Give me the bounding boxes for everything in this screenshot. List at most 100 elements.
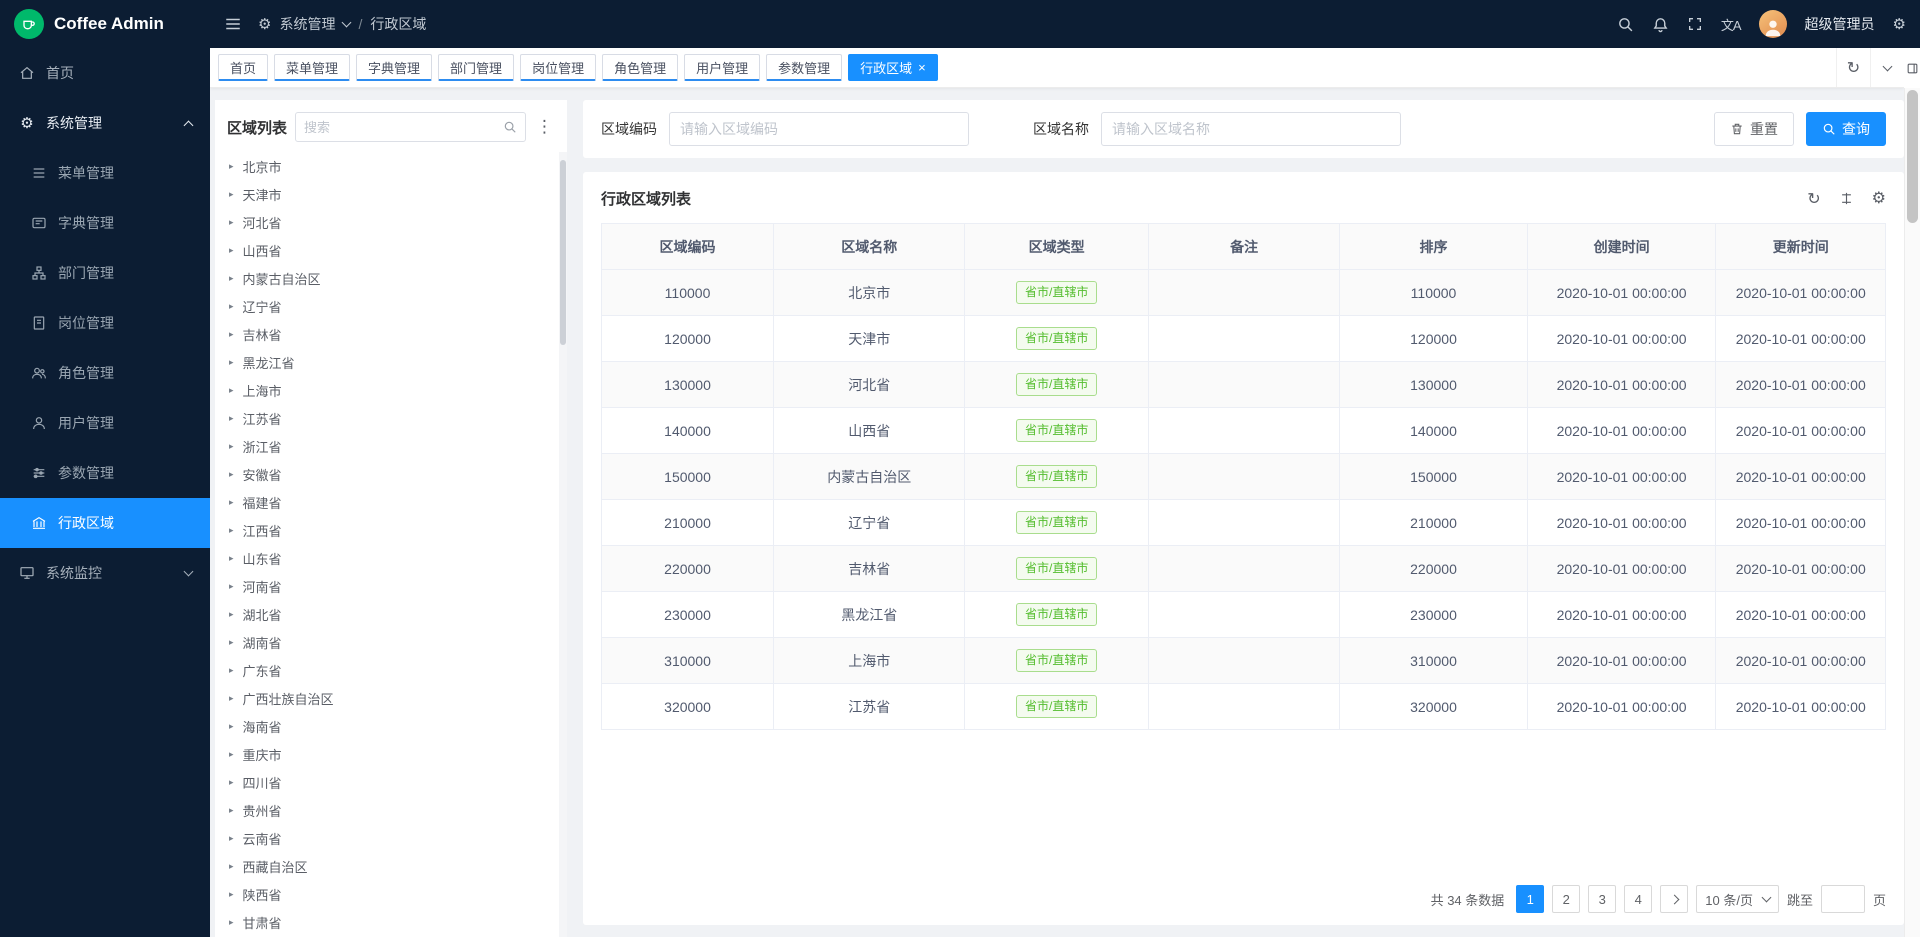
- tree-item[interactable]: ▸ 北京市: [215, 152, 567, 180]
- sidebar-item-dict-mgmt[interactable]: 字典管理: [0, 198, 210, 248]
- jump-page-input[interactable]: [1821, 885, 1865, 913]
- caret-right-icon: ▸: [229, 582, 234, 591]
- tab[interactable]: 首页 ×: [218, 54, 268, 81]
- tab[interactable]: 参数管理 ×: [766, 54, 842, 81]
- tab-close-icon[interactable]: ×: [918, 61, 926, 74]
- region-panel-scrollbar[interactable]: [559, 152, 567, 937]
- page-button[interactable]: 1: [1516, 885, 1544, 913]
- sidebar-item-region[interactable]: 行政区域: [0, 498, 210, 548]
- sidebar-item-dept-mgmt[interactable]: 部门管理: [0, 248, 210, 298]
- sidebar-item-post-mgmt[interactable]: 岗位管理: [0, 298, 210, 348]
- sidebar-item-role-mgmt[interactable]: 角色管理: [0, 348, 210, 398]
- tree-item[interactable]: ▸ 安徽省: [215, 460, 567, 488]
- sidebar-item-menu-mgmt[interactable]: 菜单管理: [0, 148, 210, 198]
- region-code-input[interactable]: [669, 112, 969, 146]
- breadcrumb: ⚙ 系统管理 / 行政区域: [258, 14, 426, 34]
- sidebar-item-label: 部门管理: [58, 263, 114, 283]
- tab-actions-chevron-icon[interactable]: [1870, 48, 1904, 87]
- sidebar-item-param-mgmt[interactable]: 参数管理: [0, 448, 210, 498]
- page-button[interactable]: 2: [1552, 885, 1580, 913]
- region-name-input[interactable]: [1101, 112, 1401, 146]
- columns-icon[interactable]: [1839, 191, 1854, 206]
- region-panel-header: 区域列表 ⋮: [215, 100, 567, 152]
- cell-region-code: 230000: [602, 592, 774, 638]
- page-button[interactable]: 4: [1624, 885, 1652, 913]
- sidebar-item-system[interactable]: ⚙ 系统管理: [0, 98, 210, 148]
- tree-item[interactable]: ▸ 湖北省: [215, 600, 567, 628]
- tab[interactable]: 菜单管理 ×: [274, 54, 350, 81]
- search-button[interactable]: 查询: [1806, 112, 1886, 146]
- avatar[interactable]: [1759, 10, 1787, 38]
- translate-icon[interactable]: 文A: [1721, 15, 1741, 34]
- sidebar-item-user-mgmt[interactable]: 用户管理: [0, 398, 210, 448]
- table-row: 210000 辽宁省 省市/直辖市 210000 2020-10-01 00:0…: [602, 500, 1886, 546]
- next-page-button[interactable]: [1660, 885, 1688, 913]
- gear-icon[interactable]: ⚙: [1872, 191, 1886, 207]
- breadcrumb-separator: /: [358, 16, 362, 32]
- sidebar-item-label: 用户管理: [58, 413, 114, 433]
- tree-item[interactable]: ▸ 河北省: [215, 208, 567, 236]
- tree-item[interactable]: ▸ 山东省: [215, 544, 567, 572]
- tree-item[interactable]: ▸ 浙江省: [215, 432, 567, 460]
- tab-label: 部门管理: [450, 58, 502, 77]
- fullscreen-icon[interactable]: [1687, 16, 1703, 32]
- tab[interactable]: 用户管理 ×: [684, 54, 760, 81]
- tree-item[interactable]: ▸ 广东省: [215, 656, 567, 684]
- caret-right-icon: ▸: [229, 834, 234, 843]
- tree-item[interactable]: ▸ 陕西省: [215, 880, 567, 908]
- page-scrollbar[interactable]: [1904, 88, 1920, 937]
- current-user-name[interactable]: 超级管理员: [1805, 14, 1875, 34]
- search-icon[interactable]: [503, 120, 517, 134]
- tree-item[interactable]: ▸ 河南省: [215, 572, 567, 600]
- region-search-input[interactable]: [304, 120, 497, 135]
- tree-item[interactable]: ▸ 江西省: [215, 516, 567, 544]
- tree-item-label: 甘肃省: [243, 913, 282, 932]
- tree-item[interactable]: ▸ 湖南省: [215, 628, 567, 656]
- reset-button[interactable]: 重置: [1714, 112, 1794, 146]
- notification-bell-icon[interactable]: [1652, 16, 1669, 33]
- sidebar-item-label: 参数管理: [58, 463, 114, 483]
- tab[interactable]: 部门管理 ×: [438, 54, 514, 81]
- tree-item[interactable]: ▸ 广西壮族自治区: [215, 684, 567, 712]
- tree-item[interactable]: ▸ 西藏自治区: [215, 852, 567, 880]
- tree-item[interactable]: ▸ 山西省: [215, 236, 567, 264]
- tab[interactable]: 字典管理 ×: [356, 54, 432, 81]
- page-button[interactable]: 3: [1588, 885, 1616, 913]
- kebab-menu-icon[interactable]: ⋮: [534, 117, 555, 137]
- tree-item[interactable]: ▸ 天津市: [215, 180, 567, 208]
- tree-item[interactable]: ▸ 重庆市: [215, 740, 567, 768]
- panel-toggle-icon[interactable]: [1906, 48, 1919, 88]
- sidebar-item-home[interactable]: 首页: [0, 48, 210, 98]
- cell-region-name: 江苏省: [774, 684, 965, 730]
- tree-item[interactable]: ▸ 黑龙江省: [215, 348, 567, 376]
- refresh-icon[interactable]: ↻: [1807, 189, 1820, 209]
- home-icon: [18, 65, 36, 81]
- tree-item[interactable]: ▸ 吉林省: [215, 320, 567, 348]
- scrollbar-thumb[interactable]: [560, 160, 566, 345]
- tree-item-label: 山东省: [243, 549, 282, 568]
- tree-item[interactable]: ▸ 海南省: [215, 712, 567, 740]
- scrollbar-thumb[interactable]: [1907, 90, 1918, 223]
- tree-item[interactable]: ▸ 福建省: [215, 488, 567, 516]
- search-icon[interactable]: [1617, 16, 1634, 33]
- sidebar-collapse-icon[interactable]: [224, 15, 242, 33]
- page-size-select[interactable]: 10 条/页: [1696, 885, 1779, 913]
- caret-right-icon: ▸: [229, 302, 234, 311]
- tab[interactable]: 岗位管理 ×: [520, 54, 596, 81]
- tree-item[interactable]: ▸ 江苏省: [215, 404, 567, 432]
- tree-item[interactable]: ▸ 四川省: [215, 768, 567, 796]
- tree-item[interactable]: ▸ 上海市: [215, 376, 567, 404]
- settings-gear-icon[interactable]: ⚙: [1893, 17, 1906, 32]
- tree-item-label: 内蒙古自治区: [243, 269, 321, 288]
- tab[interactable]: 角色管理 ×: [602, 54, 678, 81]
- refresh-icon[interactable]: ↻: [1836, 48, 1870, 87]
- tree-item[interactable]: ▸ 辽宁省: [215, 292, 567, 320]
- breadcrumb-root[interactable]: 系统管理: [279, 14, 335, 34]
- tree-item[interactable]: ▸ 云南省: [215, 824, 567, 852]
- tree-item[interactable]: ▸ 甘肃省: [215, 908, 567, 936]
- tree-item[interactable]: ▸ 贵州省: [215, 796, 567, 824]
- tree-item[interactable]: ▸ 内蒙古自治区: [215, 264, 567, 292]
- tree-item-label: 广西壮族自治区: [243, 689, 334, 708]
- sidebar-item-monitor[interactable]: 系统监控: [0, 548, 210, 598]
- tab[interactable]: 行政区域 ×: [848, 54, 938, 81]
